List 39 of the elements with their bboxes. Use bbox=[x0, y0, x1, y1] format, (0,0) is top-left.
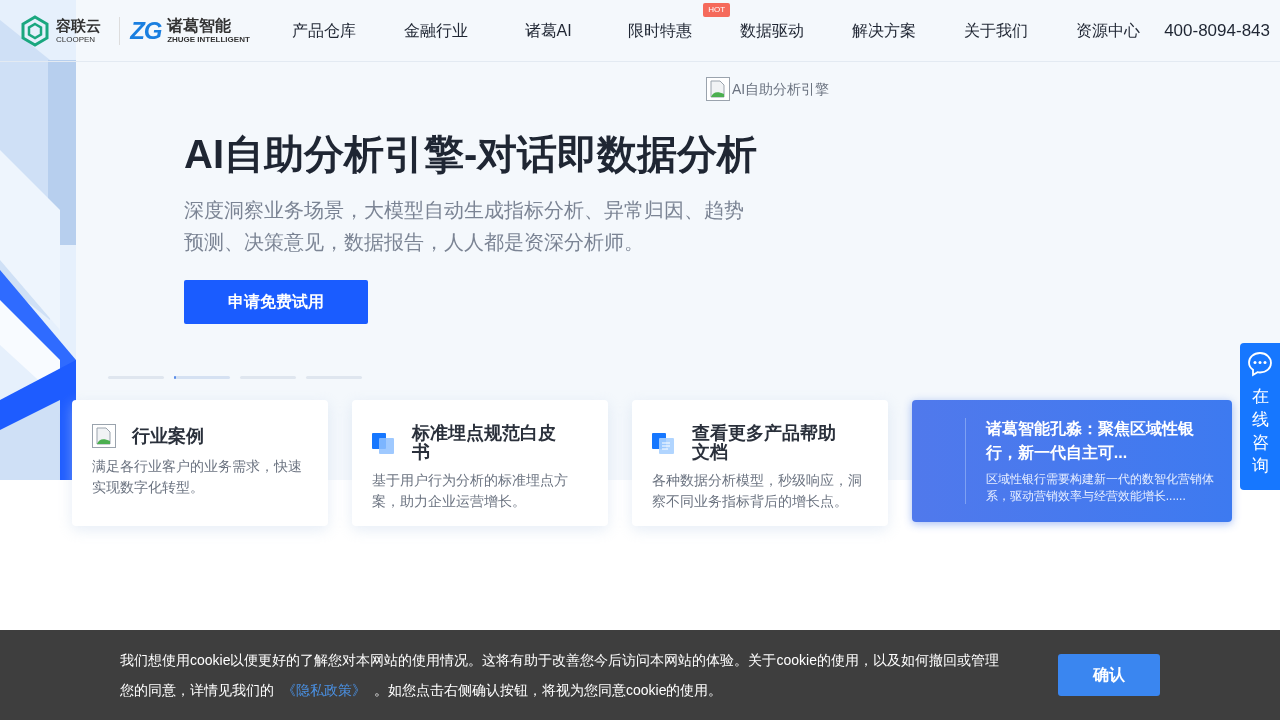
nav-link[interactable]: 数据驱动 bbox=[740, 18, 805, 43]
confirm-button[interactable]: 确认 bbox=[1058, 654, 1160, 696]
brand-name: 诸葛智能 bbox=[167, 17, 233, 34]
image-alt-text: AI自助分析引擎 bbox=[732, 79, 830, 99]
hero-description: 深度洞察业务场景，大模型自动生成指标分析、异常归因、趋势预测、决策意见，数据报告，人人都是资深分析师。 bbox=[184, 198, 745, 255]
card-description: 各种数据分析模型，秒级响应，洞察不同业务指标背后的增长点。 bbox=[652, 471, 863, 511]
brand-subtitle: CLOOPEN bbox=[56, 35, 97, 44]
nav-link[interactable]: 诸葛AI bbox=[524, 18, 572, 43]
news-summary: 区域性银行需要构建新一代的数智化营销体系，驱动营销效率与经营效能增长...... bbox=[985, 471, 1214, 505]
nav-link[interactable]: 关于我们 bbox=[964, 18, 1029, 43]
card-title: 行业案例 bbox=[132, 426, 205, 446]
card-title: 查看更多产品帮助文档 bbox=[692, 424, 837, 462]
document-icon bbox=[652, 431, 676, 455]
brand-subtitle: ZHUGE INTELLIGENT bbox=[167, 35, 250, 44]
nav-link[interactable]: 限时特惠 bbox=[628, 18, 693, 43]
layers-icon bbox=[372, 431, 396, 455]
hero-title: AI自助分析引擎-对话即数据分析 bbox=[184, 131, 759, 178]
broken-image-icon bbox=[92, 424, 116, 448]
nav-link[interactable]: 金融行业 bbox=[404, 18, 469, 43]
hexagon-logo-icon bbox=[20, 14, 50, 47]
brand-name: 容联云 bbox=[56, 17, 101, 33]
online-consult-button[interactable]: 在线咨询 bbox=[1240, 343, 1280, 490]
feature-card[interactable]: 标准埋点规范白皮书 基于用户行为分析的标准埋点方案，助力企业运营增长。 bbox=[352, 400, 608, 526]
phone-number[interactable]: 400-8094-843 bbox=[1164, 17, 1270, 44]
nav-link[interactable]: 产品仓库 bbox=[292, 18, 357, 43]
feature-card[interactable]: 行业案例 满足各行业客户的业务需求，快速实现数字化转型。 bbox=[72, 400, 328, 526]
cookie-notice: 我们想使用cookie以便更好的了解您对本网站的使用情况。这将有助于改善您今后访问本网站的体验。关于cookie的使用，以及如何撤回或管理您的同意，详情见我们的 《隐私政策》 。如您点击右侧确认按钮，将视为您同意cookie的使用。 bbox=[120, 651, 1000, 700]
brand-mark: ZG bbox=[130, 18, 162, 43]
chat-icon bbox=[1247, 351, 1273, 377]
feature-card[interactable]: 查看更多产品帮助文档 各种数据分析模型，秒级响应，洞察不同业务指标背后的增长点。 bbox=[632, 400, 888, 526]
card-title: 标准埋点规范白皮书 bbox=[412, 424, 557, 462]
card-description: 满足各行业客户的业务需求，快速实现数字化转型。 bbox=[92, 457, 303, 497]
card-description: 基于用户行为分析的标准埋点方案，助力企业运营增长。 bbox=[372, 471, 569, 511]
broken-image-icon bbox=[706, 77, 730, 101]
free-trial-button[interactable]: 申请免费试用 bbox=[184, 280, 368, 324]
news-card[interactable]: 诸葛智能孔淼：聚焦区域性银行，新一代自主可... 区域性银行需要构建新一代的数智化营销体系，驱动营销效率与经营效能增长...... bbox=[912, 400, 1232, 522]
news-title: 诸葛智能孔淼：聚焦区域性银行，新一代自主可... bbox=[985, 419, 1195, 463]
nav-link[interactable]: 解决方案 bbox=[852, 18, 917, 43]
nav-link[interactable]: 资源中心 bbox=[1076, 18, 1141, 43]
